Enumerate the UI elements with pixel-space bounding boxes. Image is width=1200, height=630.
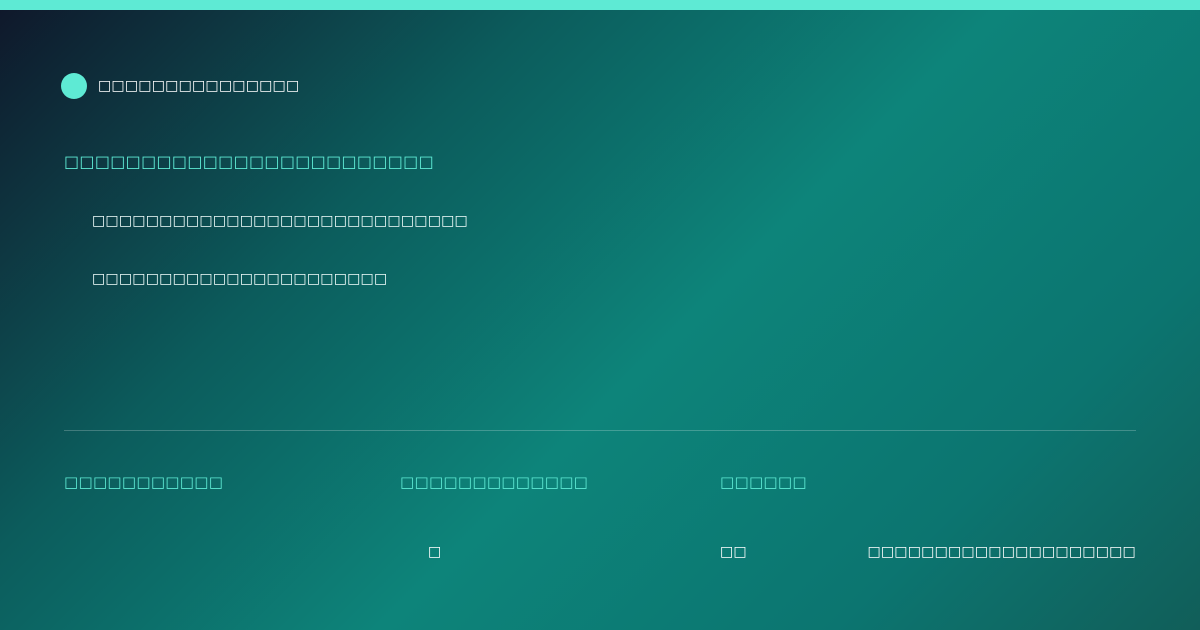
headline: □□□□□□□□□□□□□□□□□□□□□□□□	[64, 152, 435, 171]
circle-logo-icon	[61, 73, 87, 99]
body-line: □□□□□□□□□□□□□□□□□□□□□□□□□□□□	[92, 213, 468, 229]
stat-label: □□□□□□□□□□□□□	[400, 473, 589, 491]
stat-value: □	[428, 544, 442, 560]
body-line: □□□□□□□□□□□□□□□□□□□□□□	[92, 271, 388, 287]
stat-value: □□□□□□□□□□□□□□□□□□□□	[867, 544, 1136, 560]
divider	[64, 430, 1136, 431]
top-accent-bar	[0, 0, 1200, 10]
brand-name: □□□□□□□□□□□□□□□	[98, 78, 300, 94]
stat-label: □□□□□□	[720, 473, 807, 491]
brand: □□□□□□□□□□□□□□□	[61, 73, 299, 99]
stat-label: □□□□□□□□□□□	[64, 473, 224, 491]
stat-value: □□	[720, 544, 747, 560]
